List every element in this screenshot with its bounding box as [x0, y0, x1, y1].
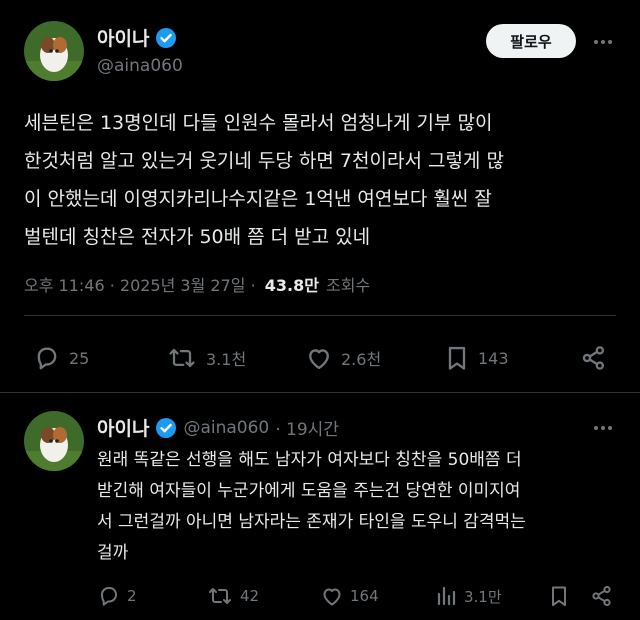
views-label: 조회수 — [326, 276, 371, 295]
tweet-text-line: 세븐틴은 13명인데 다들 인원수 몰라서 엄청나게 기부 많이 — [24, 112, 493, 134]
tweet-text-line: 벌텐데 칭찬은 전자가 50배 쯤 더 받고 있네 — [24, 226, 371, 248]
divider — [24, 315, 616, 316]
tweet-meta: 오후 11:46 · 2025년 3월 27일 · 43.8만 조회수 — [24, 272, 370, 296]
reply-handle[interactable]: @aina060 — [183, 418, 269, 438]
like-icon — [309, 349, 329, 370]
like-count: 2.6천 — [341, 350, 382, 369]
reply-text-line: 걸까 — [97, 543, 129, 563]
reply-text-line: 원래 똑같은 선행을 해도 남자가 여자보다 칭찬을 50배쯤 더 — [97, 450, 522, 470]
handle[interactable]: @aina060 — [97, 56, 183, 76]
like-icon — [323, 588, 341, 606]
verified-badge-icon — [155, 27, 177, 49]
more-icon[interactable] — [592, 417, 614, 439]
bookmark-button[interactable]: 143 — [444, 344, 509, 372]
retweet-icon — [209, 588, 231, 604]
reply-header: 아이나 @aina060 · 19시간 — [97, 414, 339, 441]
bookmark-icon — [448, 346, 466, 370]
avatar[interactable] — [24, 21, 84, 81]
retweet-button[interactable]: 3.1천 — [166, 344, 246, 372]
reply-button[interactable]: 25 — [33, 344, 89, 372]
share-icon[interactable] — [590, 584, 614, 612]
retweet-count: 3.1천 — [206, 350, 247, 369]
reply-like-button[interactable]: 164 — [320, 584, 379, 608]
tweet-text-line: 한것처럼 알고 있는거 웃기네 두당 하면 7천이라서 그렇게 많 — [24, 150, 504, 172]
views-count: 43.8만 — [264, 276, 319, 295]
timestamp[interactable]: 오후 11:46 · 2025년 3월 27일 · — [24, 276, 256, 295]
reply-icon — [101, 587, 117, 606]
reply-views-button[interactable]: 3.1만 — [434, 584, 502, 608]
tweet-text: 세븐틴은 13명인데 다들 인원수 몰라서 엄청나게 기부 많이 한것처럼 알고… — [24, 104, 504, 256]
more-icon[interactable] — [592, 31, 614, 53]
share-icon[interactable] — [580, 344, 608, 376]
reply-text-line: 받긴해 여자들이 누군가에게 도움을 주는건 당연한 이미지여 — [97, 481, 521, 501]
like-button[interactable]: 2.6천 — [305, 344, 381, 372]
tweet-text-line: 이 안했는데 이영지카리나수지같은 1억낸 여연보다 훨씬 잘 — [24, 188, 492, 210]
author-name-row: 아이나 — [97, 24, 177, 51]
retweet-icon — [169, 348, 195, 368]
reply-avatar[interactable] — [24, 411, 84, 471]
reply-views-count: 3.1만 — [464, 587, 502, 606]
reply-like-count: 164 — [350, 587, 379, 605]
reply-text: 원래 똑같은 선행을 해도 남자가 여자보다 칭찬을 50배쯤 더 받긴해 여자… — [97, 445, 526, 569]
divider — [0, 392, 640, 393]
reply-time[interactable]: · 19시간 — [275, 415, 339, 440]
reply-icon — [37, 347, 57, 370]
follow-button[interactable]: 팔로우 — [486, 24, 576, 58]
reply-retweet-count: 42 — [240, 587, 260, 605]
reply-reply-button[interactable]: 2 — [97, 584, 137, 608]
display-name[interactable]: 아이나 — [97, 24, 149, 51]
verified-badge-icon — [155, 417, 177, 439]
bookmark-count: 143 — [478, 348, 509, 368]
reply-display-name[interactable]: 아이나 — [97, 414, 149, 441]
reply-count: 25 — [69, 348, 90, 368]
views-icon — [437, 586, 456, 606]
reply-retweet-button[interactable]: 42 — [206, 584, 259, 608]
reply-text-line: 서 그런걸까 아니면 남자라는 존재가 타인을 도우니 감격먹는 — [97, 512, 526, 532]
bookmark-icon[interactable] — [548, 584, 570, 612]
reply-reply-count: 2 — [127, 587, 137, 605]
